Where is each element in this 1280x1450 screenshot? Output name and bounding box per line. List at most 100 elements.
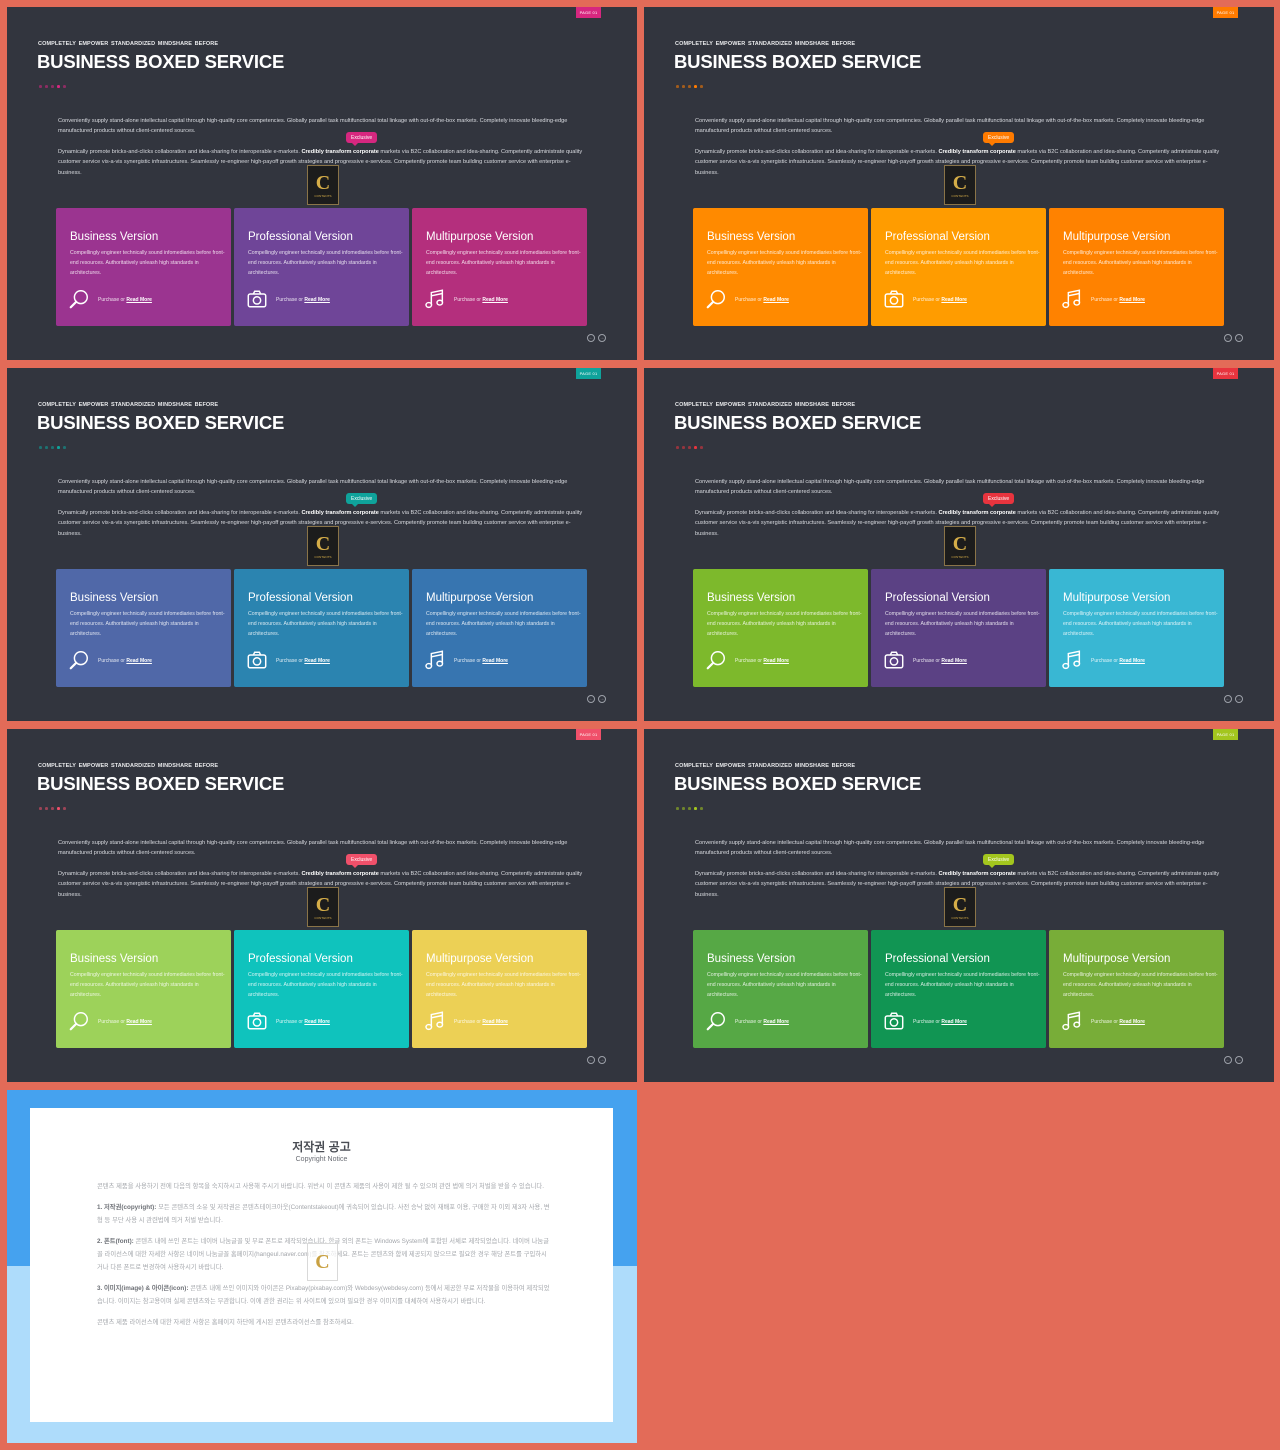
dot-indicator xyxy=(676,807,703,810)
body-text-bold: Credibly transform corporate xyxy=(301,510,379,516)
logo-letter: C xyxy=(952,171,968,194)
indicator-dot xyxy=(45,807,48,810)
next-arrow-icon[interactable]: → xyxy=(1235,695,1243,703)
card-title: Multipurpose Version xyxy=(1063,953,1171,965)
purchase-text: Purchase or xyxy=(1091,1019,1120,1025)
read-more-link[interactable]: Read More xyxy=(304,658,330,664)
prev-arrow-icon[interactable]: ← xyxy=(1224,334,1232,342)
indicator-dot xyxy=(57,85,60,88)
slide-title: BUSINESS BOXED SERVICE xyxy=(674,51,922,72)
slide-3: PAGE 01 COMPLETELY EMPOWER STANDARDIZED … xyxy=(7,368,637,721)
purchase-text: Purchase or xyxy=(735,1019,764,1025)
read-more-link[interactable]: Read More xyxy=(482,1019,508,1025)
card-title: Multipurpose Version xyxy=(1063,592,1171,604)
card-description: Compellingly engineer technically sound … xyxy=(426,611,581,638)
search-icon xyxy=(705,649,727,671)
card-description: Compellingly engineer technically sound … xyxy=(885,611,1040,638)
camera-icon xyxy=(246,649,268,671)
purchase-text: Purchase or xyxy=(98,1019,127,1025)
search-icon xyxy=(705,288,727,310)
indicator-dot xyxy=(682,807,685,810)
card-description: Compellingly engineer technically sound … xyxy=(70,611,225,638)
read-more-link[interactable]: Read More xyxy=(763,297,789,303)
card-description: Compellingly engineer technically sound … xyxy=(426,250,581,277)
read-more-link[interactable]: Read More xyxy=(1119,658,1145,664)
dot-indicator xyxy=(676,85,703,88)
read-more-link[interactable]: Read More xyxy=(941,297,967,303)
read-more-link[interactable]: Read More xyxy=(941,658,967,664)
read-more-link[interactable]: Read More xyxy=(482,658,508,664)
card-links: Purchase or Read More xyxy=(276,297,330,303)
intro-paragraph: Conveniently supply stand-alone intellec… xyxy=(695,118,1205,135)
copyright-item-1-head: 1. 저작권(copyright): xyxy=(97,1204,157,1211)
card-description: Compellingly engineer technically sound … xyxy=(885,250,1040,277)
prev-arrow-icon[interactable]: ← xyxy=(1224,695,1232,703)
prev-arrow-icon[interactable]: ← xyxy=(587,1056,595,1064)
card-links: Purchase or Read More xyxy=(276,658,330,664)
next-arrow-icon[interactable]: → xyxy=(1235,334,1243,342)
contents-logo: C CONTENTS xyxy=(307,526,339,566)
page-badge: PAGE 01 xyxy=(1213,368,1238,379)
card-description: Compellingly engineer technically sound … xyxy=(248,250,403,277)
indicator-dot xyxy=(51,446,54,449)
next-arrow-icon[interactable]: → xyxy=(598,334,606,342)
indicator-dot xyxy=(682,85,685,88)
read-more-link[interactable]: Read More xyxy=(304,1019,330,1025)
camera-icon xyxy=(883,649,905,671)
music-icon xyxy=(1061,649,1083,671)
prev-arrow-icon[interactable]: ← xyxy=(1224,1056,1232,1064)
next-arrow-icon[interactable]: → xyxy=(598,695,606,703)
logo-text: CONTENTS xyxy=(951,554,969,559)
indicator-dot xyxy=(39,446,42,449)
card-title: Multipurpose Version xyxy=(426,592,534,604)
card-links: Purchase or Read More xyxy=(454,297,508,303)
slide-nav: ← → xyxy=(1224,1056,1243,1064)
prev-arrow-icon[interactable]: ← xyxy=(587,334,595,342)
next-arrow-icon[interactable]: → xyxy=(598,1056,606,1064)
service-cards: Business Version Compellingly engineer t… xyxy=(56,569,587,687)
card-title: Professional Version xyxy=(885,231,990,243)
card-title: Professional Version xyxy=(248,231,353,243)
read-more-link[interactable]: Read More xyxy=(126,1019,152,1025)
slide-2: PAGE 01 COMPLETELY EMPOWER STANDARDIZED … xyxy=(644,7,1274,360)
card-description: Compellingly engineer technically sound … xyxy=(1063,250,1218,277)
exclusive-badge: Exclusive xyxy=(983,132,1015,146)
camera-icon xyxy=(246,1010,268,1032)
indicator-dot xyxy=(57,446,60,449)
read-more-link[interactable]: Read More xyxy=(941,1019,967,1025)
copyright-outro: 콘텐츠 제품 라이선스에 대한 자세한 사항은 홈페이지 하단에 게시된 콘텐츠… xyxy=(97,1319,354,1326)
dot-indicator xyxy=(39,807,66,810)
service-card: Business Version Compellingly engineer t… xyxy=(56,930,231,1048)
read-more-link[interactable]: Read More xyxy=(126,297,152,303)
read-more-link[interactable]: Read More xyxy=(304,297,330,303)
next-arrow-icon[interactable]: → xyxy=(1235,1056,1243,1064)
read-more-link[interactable]: Read More xyxy=(482,297,508,303)
purchase-text: Purchase or xyxy=(913,1019,942,1025)
dot-indicator xyxy=(39,85,66,88)
service-cards: Business Version Compellingly engineer t… xyxy=(693,208,1224,326)
service-card: Professional Version Compellingly engine… xyxy=(234,569,409,687)
service-cards: Business Version Compellingly engineer t… xyxy=(56,930,587,1048)
card-links: Purchase or Read More xyxy=(98,1019,152,1025)
service-cards: Business Version Compellingly engineer t… xyxy=(693,569,1224,687)
music-icon xyxy=(424,288,446,310)
indicator-dot xyxy=(688,446,691,449)
read-more-link[interactable]: Read More xyxy=(1119,297,1145,303)
read-more-link[interactable]: Read More xyxy=(763,1019,789,1025)
slide-kicker: COMPLETELY EMPOWER STANDARDIZED MINDSHAR… xyxy=(38,41,219,47)
slide-nav: ← → xyxy=(587,1056,606,1064)
indicator-dot xyxy=(676,85,679,88)
copyright-item-1: 1. 저작권(copyright): 모든 콘텐츠의 소유 및 저작권은 콘텐츠… xyxy=(97,1201,552,1227)
card-description: Compellingly engineer technically sound … xyxy=(248,611,403,638)
card-links: Purchase or Read More xyxy=(1091,658,1145,664)
card-links: Purchase or Read More xyxy=(735,658,789,664)
read-more-link[interactable]: Read More xyxy=(126,658,152,664)
intro-paragraph: Conveniently supply stand-alone intellec… xyxy=(58,479,568,496)
read-more-link[interactable]: Read More xyxy=(1119,1019,1145,1025)
card-title: Business Version xyxy=(70,231,159,243)
indicator-dot xyxy=(57,807,60,810)
intro-paragraph: Conveniently supply stand-alone intellec… xyxy=(58,840,568,857)
prev-arrow-icon[interactable]: ← xyxy=(587,695,595,703)
read-more-link[interactable]: Read More xyxy=(763,658,789,664)
card-links: Purchase or Read More xyxy=(276,1019,330,1025)
